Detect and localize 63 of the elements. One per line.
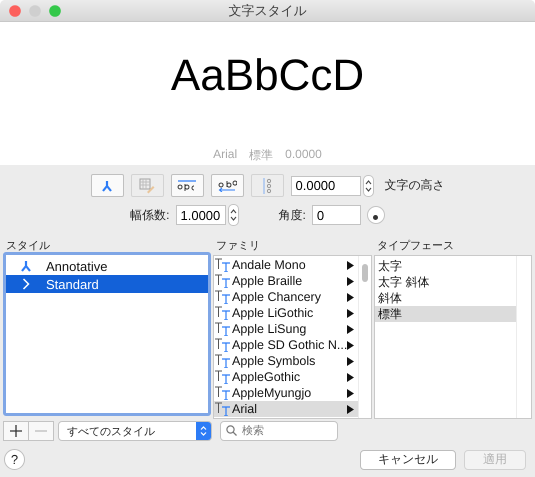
font-icon — [214, 370, 231, 384]
font-family-item[interactable]: Apple Chancery — [214, 289, 358, 305]
toolbar-button[interactable] — [210, 174, 244, 197]
angle-dial[interactable] — [366, 206, 385, 224]
chevron-icon — [22, 278, 30, 290]
annotative-icon — [101, 180, 113, 192]
help-button[interactable]: ? — [4, 449, 25, 470]
typeface-item[interactable]: 太字 — [375, 258, 516, 274]
font-icon — [214, 354, 231, 368]
preview-info: 標準 — [249, 147, 274, 164]
vertical-text-icon — [261, 176, 273, 194]
font-icon — [214, 386, 231, 400]
scrollbar-thumb[interactable] — [362, 264, 368, 282]
width-factor-field[interactable]: 1.0000 — [176, 205, 226, 225]
style-item[interactable]: Annotative — [6, 257, 208, 275]
font-family-item[interactable]: Apple Braille — [214, 273, 358, 289]
font-family-item[interactable]: AppleMyungjo — [214, 385, 358, 401]
preview-info: Arial — [213, 147, 238, 163]
toolbar-button[interactable] — [170, 174, 204, 197]
close-icon[interactable] — [9, 4, 21, 16]
preview-sample: AaBbCcD — [170, 54, 364, 98]
font-family-item[interactable]: Arial — [214, 401, 358, 417]
search-icon — [226, 425, 237, 436]
cancel-button[interactable]: キャンセル — [360, 450, 456, 470]
font-family-item[interactable]: Apple LiSung — [214, 321, 358, 337]
column-header: スタイル — [5, 239, 51, 252]
backwards-text-icon — [217, 180, 237, 192]
style-filter-dropdown[interactable]: すべてのスタイル — [58, 421, 212, 441]
font-family-item[interactable]: Apple Symbols — [214, 353, 358, 369]
width-factor-label: 幅係数: — [130, 206, 170, 224]
plus-icon — [10, 425, 22, 437]
font-icon — [214, 274, 231, 288]
stepper-arrows-icon[interactable] — [230, 208, 236, 222]
font-icon — [214, 338, 231, 352]
annotative-icon — [20, 260, 32, 272]
style-item[interactable]: Standard — [6, 275, 208, 293]
window-title: 文字スタイル — [228, 2, 306, 20]
popup-arrows-icon — [200, 425, 207, 437]
typeface-item[interactable]: 太字 斜体 — [375, 274, 516, 290]
angle-label: 角度: — [278, 206, 306, 224]
font-icon — [214, 290, 231, 304]
font-icon — [214, 322, 231, 336]
upside-down-text-icon — [177, 180, 197, 192]
minus-icon — [35, 430, 47, 432]
column-header: タイプフェース — [376, 238, 455, 252]
add-button[interactable] — [3, 421, 29, 441]
typeface-item[interactable]: 斜体 — [375, 290, 516, 306]
font-icon — [214, 306, 231, 320]
font-icon — [214, 402, 231, 416]
height-label: 文字の高さ — [384, 177, 444, 194]
font-icon — [214, 258, 231, 272]
preview-info: 0.0000 — [285, 147, 322, 163]
font-family-item[interactable]: Apple LiGothic — [214, 305, 358, 321]
font-family-item[interactable]: AppleGothic — [214, 369, 358, 385]
height-field[interactable]: 0.0000 — [290, 176, 360, 196]
pencil-grid-icon — [139, 178, 155, 194]
typeface-item[interactable]: 標準 — [375, 306, 516, 322]
angle-field[interactable]: 0 — [312, 205, 361, 225]
stepper-arrows-icon[interactable] — [364, 178, 372, 192]
font-family-item[interactable]: Andale Mono — [214, 257, 358, 273]
search-field[interactable]: 検索 — [220, 421, 338, 441]
column-header: ファミリ — [215, 239, 261, 252]
font-family-item[interactable]: Apple SD Gothic N... — [214, 337, 358, 353]
